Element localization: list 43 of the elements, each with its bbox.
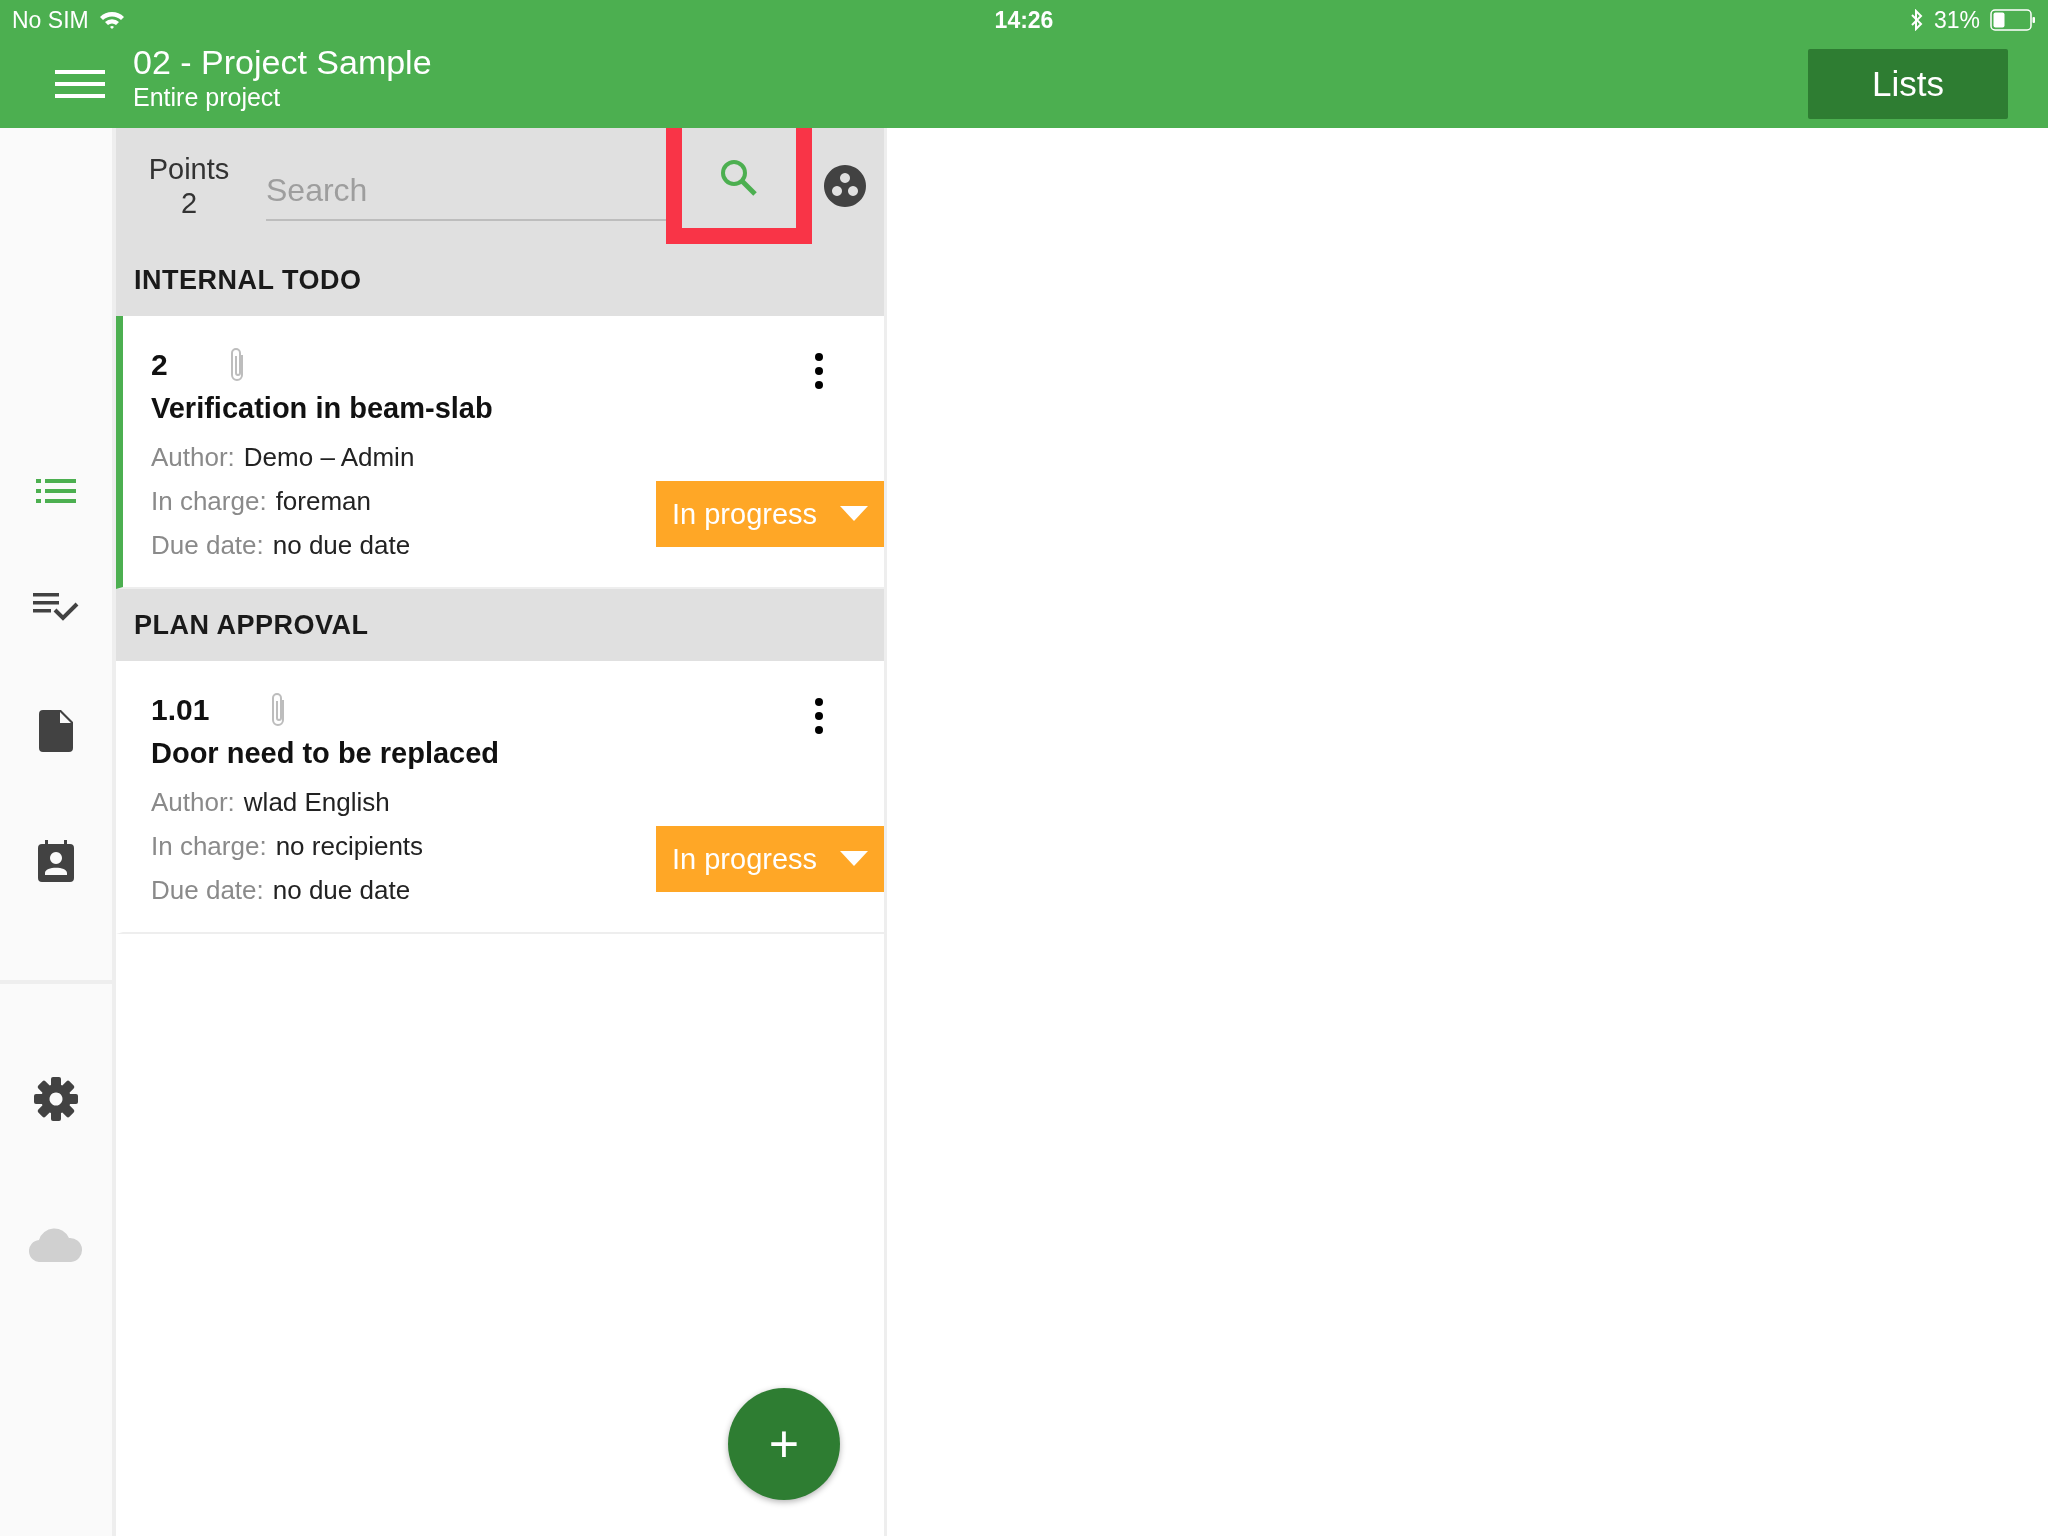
contact-nav-icon[interactable]: [38, 840, 74, 882]
lists-button[interactable]: Lists: [1808, 49, 2008, 119]
caret-icon: [840, 851, 868, 867]
field-label: Author:: [151, 441, 235, 474]
menu-icon[interactable]: [55, 68, 105, 100]
caret-icon: [840, 506, 868, 522]
point-number: 2: [151, 348, 168, 382]
field-label: Due date:: [151, 529, 264, 562]
more-options-icon[interactable]: [814, 697, 824, 735]
project-title: 02 - Project Sample: [133, 41, 433, 83]
field-value: no recipients: [275, 830, 424, 863]
bluetooth-icon: [1909, 9, 1924, 31]
filter-icon[interactable]: [824, 165, 866, 207]
point-number: 1.01: [151, 693, 210, 727]
field-value: wlad English: [243, 786, 390, 819]
battery-percent-text: 31%: [1933, 6, 1980, 34]
carrier-text: No SIM: [12, 6, 89, 34]
field-label: Author:: [151, 786, 235, 819]
field-value: foreman: [275, 485, 372, 518]
point-title: Verification in beam-slab: [151, 392, 494, 425]
field-value: no due date: [272, 874, 411, 907]
settings-icon[interactable]: [33, 1076, 79, 1122]
project-subtitle: Entire project: [133, 82, 282, 112]
group-header: INTERNAL TODO: [116, 244, 884, 316]
checklist-nav-icon[interactable]: [33, 592, 79, 622]
search-icon: [719, 158, 759, 198]
field-label: In charge:: [151, 830, 267, 863]
wifi-icon: [98, 10, 125, 30]
field-label: In charge:: [151, 485, 267, 518]
document-nav-icon[interactable]: [39, 710, 73, 752]
field-value: Demo – Admin: [243, 441, 415, 474]
field-value: no due date: [272, 529, 411, 562]
more-options-icon[interactable]: [814, 352, 824, 390]
point-title: Door need to be replaced: [151, 737, 501, 770]
group-header: PLAN APPROVAL: [116, 589, 884, 661]
points-label: Points: [148, 152, 230, 186]
field-label: Due date:: [151, 874, 264, 907]
battery-icon: [1990, 9, 2036, 31]
list-nav-icon[interactable]: [36, 478, 76, 504]
points-count: 2: [180, 186, 198, 220]
point-card[interactable]: 1.01 Door need to be replaced Author: wlad English In charge: no recipients Due date: no due date In progress: [116, 661, 884, 934]
add-button[interactable]: +: [728, 1388, 840, 1500]
clock-text: 14:26: [994, 6, 1054, 34]
